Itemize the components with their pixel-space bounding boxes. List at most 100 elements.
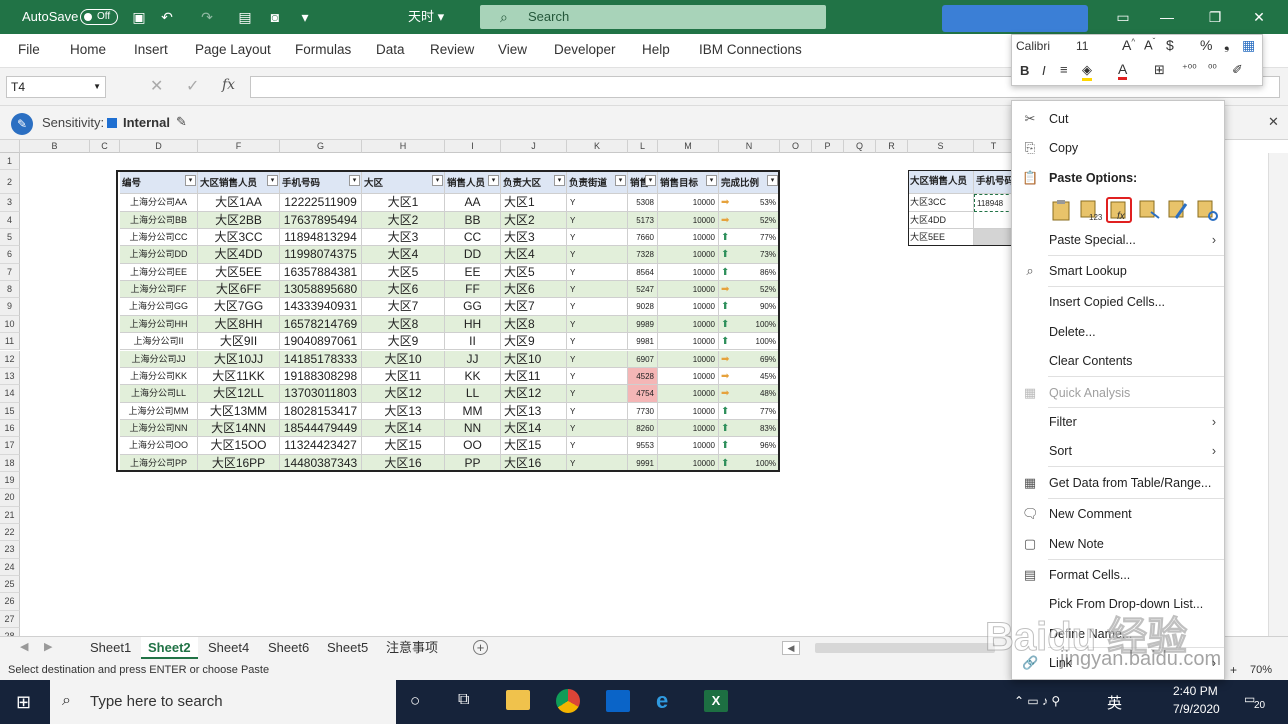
insert-function-icon[interactable]: fx [222,77,235,93]
tab-insert[interactable]: Insert [134,34,168,66]
table-cell[interactable]: 14480387343 [280,454,362,472]
column-header-B[interactable]: B [20,140,90,153]
close-icon[interactable]: ✕ [1250,8,1268,26]
column-header-T[interactable]: T [974,140,1014,153]
table-cell[interactable]: 8260 [628,419,658,438]
ribbon-display-icon[interactable]: ▭ [1114,8,1132,26]
tab-formulas[interactable]: Formulas [295,34,351,66]
table-cell[interactable]: 上海分公司MM [120,402,198,420]
scroll-left-icon[interactable]: ◀ [20,640,28,653]
customize-qat-icon[interactable]: ▾ [296,8,314,26]
table-cell[interactable]: 大区7GG [198,298,280,316]
table-cell[interactable]: 大区15OO [198,437,280,455]
table-cell[interactable]: 大区14 [362,419,445,438]
row-header-5[interactable]: 5 [0,229,20,247]
redo-icon[interactable]: ↷ [198,8,216,26]
column-header-R[interactable]: R [876,140,908,153]
row-header-20[interactable]: 20 [0,489,20,507]
row-header-10[interactable]: 10 [0,315,20,334]
row-header-23[interactable]: 23 [0,541,20,559]
table-cell[interactable]: ⬆ 100% [719,333,780,351]
filter-dropdown-icon[interactable]: ▾ [645,175,656,187]
table-cell[interactable]: 上海分公司HH [120,315,198,334]
table-cell[interactable]: 大区13MM [198,402,280,420]
table-cell[interactable]: 大区8 [501,315,567,334]
table-cell[interactable]: ⬆ 100% [719,454,780,472]
column-header-P[interactable]: P [812,140,844,153]
table-cell[interactable]: 大区1 [501,194,567,212]
table-cell[interactable]: 大区8HH [198,315,280,334]
filter-dropdown-icon[interactable]: ▾ [554,175,565,187]
column-header-G[interactable]: G [280,140,362,153]
table-cell[interactable]: 大区6 [362,281,445,299]
column-header-Q[interactable]: Q [844,140,876,153]
menu-clear-contents[interactable]: Clear Contents [1012,348,1224,374]
table-cell[interactable]: 大区12 [362,385,445,403]
table-cell[interactable]: 10000 [658,350,719,368]
tab-data[interactable]: Data [376,34,405,66]
table-cell[interactable]: 11324423427 [280,437,362,455]
table-cell[interactable]: 上海分公司KK [120,367,198,386]
table-cell[interactable]: 12222511909 [280,194,362,212]
table-cell[interactable]: 大区3 [501,229,567,247]
table-cell[interactable]: 10000 [658,454,719,472]
row-header-16[interactable]: 16 [0,419,20,438]
row-header-17[interactable]: 17 [0,437,20,455]
tab-developer[interactable]: Developer [554,34,616,66]
table-cell[interactable]: 14333940931 [280,298,362,316]
table-cell[interactable]: 上海分公司PP [120,454,198,472]
table-cell[interactable]: 大区16 [501,454,567,472]
column-header-I[interactable]: I [445,140,501,153]
table-cell[interactable]: Y [567,246,628,264]
table-cell[interactable]: 大区7 [501,298,567,316]
table-cell[interactable]: Y [567,350,628,368]
column-header-C[interactable]: C [90,140,120,153]
table-cell[interactable]: 大区8 [362,315,445,334]
table-cell[interactable]: Y [567,385,628,403]
table-cell[interactable]: AA [445,194,501,212]
sheet-tab-1[interactable]: Sheet1 [83,637,138,659]
table-cell[interactable]: 上海分公司BB [120,211,198,230]
table-cell[interactable]: ⬆ 86% [719,263,780,282]
save-icon[interactable]: ▣ [130,8,148,26]
table-header-cell[interactable]: 大区 ▾ [362,170,445,195]
column-header-N[interactable]: N [719,140,780,153]
row-header-27[interactable]: 27 [0,610,20,629]
row-header-22[interactable]: 22 [0,524,20,542]
table-cell[interactable]: Y [567,402,628,420]
table-cell[interactable]: GG [445,298,501,316]
table-cell[interactable]: ➡ 69% [719,350,780,368]
grow-font-icon[interactable]: A^ [1122,37,1135,53]
row-header-7[interactable]: 7 [0,263,20,282]
side-table-header[interactable]: 手机号码 [974,170,1014,195]
table-cell[interactable]: ⬆ 90% [719,298,780,316]
table-cell[interactable]: 6907 [628,350,658,368]
ie-icon[interactable]: e [656,688,668,714]
table-cell[interactable]: 上海分公司AA [120,194,198,212]
sheet-tab-5[interactable]: Sheet5 [320,637,375,659]
column-header-M[interactable]: M [658,140,719,153]
table-cell[interactable]: 大区16 [362,454,445,472]
table-cell[interactable]: 17637895494 [280,211,362,230]
file-explorer-icon[interactable] [506,690,530,710]
table-cell[interactable]: 9991 [628,454,658,472]
filter-dropdown-icon[interactable]: ▾ [488,175,499,187]
table-header-cell[interactable]: 手机号码 ▾ [280,170,362,195]
paste-formatting-icon[interactable] [1165,197,1191,223]
side-table-cell[interactable]: 大区5EE [908,229,974,247]
table-cell[interactable]: 大区15 [362,437,445,455]
horizontal-scrollbar[interactable] [815,643,995,653]
cortana-icon[interactable]: ○ [410,691,420,711]
undo-icon[interactable]: ↶ [158,8,176,26]
table-cell[interactable]: 5247 [628,281,658,299]
table-cell[interactable]: HH [445,315,501,334]
bold-icon[interactable]: B [1020,63,1029,78]
row-header-18[interactable]: 18 [0,454,20,472]
increase-decimal-icon[interactable]: ⁺⁰⁰ [1182,62,1197,75]
table-header-cell[interactable]: 销售人员 ▾ [445,170,501,195]
clock-date[interactable]: 7/9/2020 [1173,702,1220,716]
table-cell[interactable]: 上海分公司DD [120,246,198,264]
table-cell[interactable]: 16578214769 [280,315,362,334]
table-cell[interactable]: BB [445,211,501,230]
table-cell[interactable]: 10000 [658,229,719,247]
